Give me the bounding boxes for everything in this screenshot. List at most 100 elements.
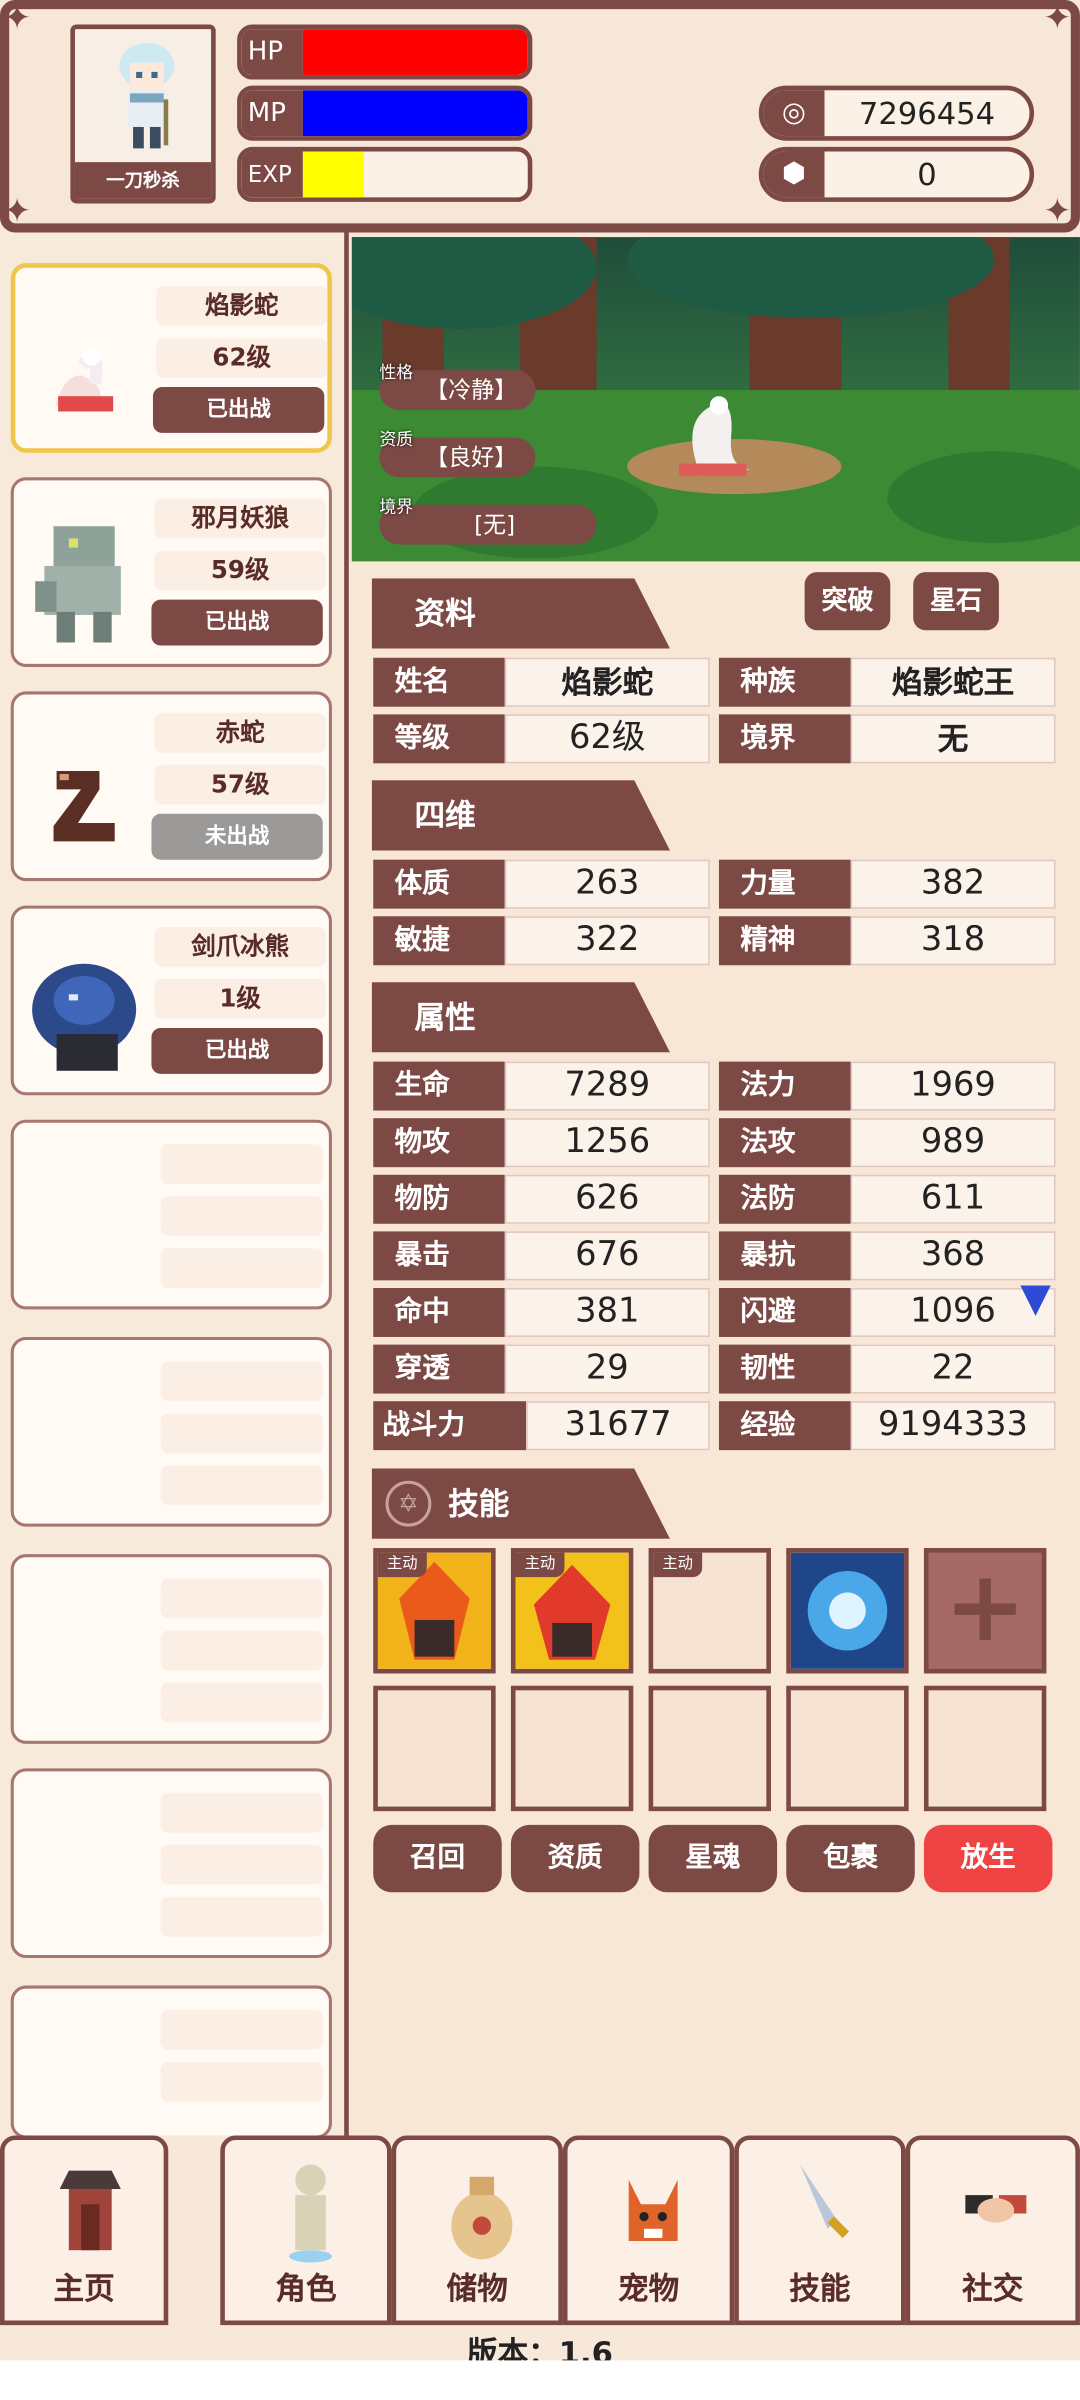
pet-name: 剑爪冰熊	[154, 926, 326, 967]
tab-pet-label: 宠物	[617, 2270, 680, 2307]
stat-value: 焰影蛇王	[850, 657, 1056, 707]
tab-role[interactable]: 角色	[220, 2135, 392, 2326]
realm-key: 境界	[379, 497, 414, 518]
corner-star-icon: ✦	[3, 0, 32, 39]
sword-icon	[800, 2164, 850, 2239]
bag-button[interactable]: 包裹	[786, 1824, 915, 1893]
stat-label: 敏捷	[373, 916, 505, 966]
pet-status-button[interactable]: 已出战	[151, 1027, 323, 1074]
stat-value: 626	[504, 1174, 710, 1224]
coin-counter[interactable]: ◎ 7296454	[758, 85, 1035, 141]
tab-home-label: 主页	[53, 2270, 115, 2307]
stat-label: 闪避	[718, 1288, 851, 1337]
skill-active-tag: 主动	[653, 1552, 703, 1578]
pet-card[interactable]: 剑爪冰熊 1级 已出战	[10, 905, 332, 1096]
tab-role-label: 角色	[275, 2270, 337, 2307]
empty-pet-slot[interactable]	[10, 1336, 332, 1527]
stat-label: 韧性	[718, 1344, 851, 1394]
gem-value: 0	[917, 156, 937, 193]
floating-v-icon[interactable]: ▼	[1013, 1276, 1059, 1322]
pet-card[interactable]: 赤蛇 57级 未出战	[10, 691, 332, 882]
hp-label: HP	[241, 29, 303, 75]
stat-value: 1256	[504, 1118, 710, 1168]
player-name: 一刀秒杀	[74, 162, 212, 199]
aptitude-key: 资质	[379, 429, 414, 450]
pet-list-sidebar: 焰影蛇 62级 已出战 邪月妖狼 59级 已出战 赤蛇 57级 未出战 剑爪冰熊…	[0, 232, 349, 2142]
skill-slot[interactable]: 主动	[373, 1548, 496, 1674]
tab-social[interactable]: 社交	[905, 2135, 1080, 2326]
empty-pet-slot[interactable]	[10, 1554, 332, 1744]
pet-portrait	[32, 963, 137, 1071]
empty-pet-slot[interactable]	[10, 1985, 332, 2139]
skill-slot[interactable]	[923, 1685, 1047, 1812]
aptitude-badge: 资质 【良好】	[379, 431, 536, 478]
recall-button[interactable]: 召回	[373, 1824, 502, 1893]
stat-label: 命中	[373, 1288, 505, 1337]
stat-label: 物防	[373, 1174, 505, 1224]
stat-label: 物攻	[373, 1118, 505, 1168]
temper-value: 【冷静】	[425, 376, 518, 404]
release-button[interactable]: 放生	[923, 1824, 1053, 1893]
player-sprite	[119, 42, 175, 149]
skill-slot[interactable]	[373, 1685, 496, 1812]
temper-badge: 性格 【冷静】	[379, 363, 536, 410]
skill-slot[interactable]	[510, 1685, 634, 1812]
aptitude-button[interactable]: 资质	[510, 1824, 640, 1893]
tab-skill[interactable]: 技能	[734, 2135, 906, 2326]
stat-value: 31677	[526, 1401, 710, 1451]
pet-card[interactable]: 邪月妖狼 59级 已出战	[10, 477, 332, 667]
stat-value: 381	[504, 1288, 710, 1337]
pet-status-button[interactable]: 未出战	[151, 813, 323, 860]
star-soul-button[interactable]: 星魂	[648, 1824, 778, 1893]
bag-icon	[451, 2176, 513, 2260]
stat-label: 姓名	[373, 657, 505, 707]
stat-value: 989	[850, 1118, 1056, 1168]
stat-value: 368	[850, 1231, 1056, 1281]
skill-slot[interactable]	[648, 1685, 771, 1812]
coin-icon: ◎	[763, 90, 825, 137]
add-skill-button[interactable]: +	[923, 1548, 1047, 1674]
temper-key: 性格	[379, 362, 414, 383]
pet-status-button[interactable]: 已出战	[151, 599, 323, 646]
pet-portrait	[35, 526, 121, 643]
tab-home[interactable]: 主页	[0, 2135, 169, 2326]
mp-fill	[302, 90, 528, 137]
skill-slot[interactable]: 主动	[510, 1548, 634, 1674]
skill-active-tag: 主动	[515, 1552, 565, 1578]
exp-fill	[302, 151, 364, 198]
skill-slot[interactable]	[786, 1548, 909, 1674]
skill-slot[interactable]: 主动	[648, 1548, 771, 1674]
stat-value: 7289	[504, 1061, 710, 1111]
gem-icon: ⬢	[763, 151, 825, 198]
pet-name: 焰影蛇	[156, 286, 328, 326]
empty-pet-slot[interactable]	[10, 1768, 332, 1959]
pet-level: 62级	[156, 338, 328, 378]
stat-value: 322	[504, 916, 710, 966]
tab-pet[interactable]: 宠物	[562, 2135, 735, 2326]
empty-pet-slot[interactable]	[10, 1119, 332, 1310]
tab-social-label: 社交	[962, 2270, 1024, 2307]
mp-bar: MP	[237, 85, 533, 141]
gem-counter[interactable]: ⬢ 0	[758, 146, 1035, 202]
version-label: 版本：1.6	[466, 2334, 613, 2361]
mp-label: MP	[241, 90, 303, 137]
pet-card[interactable]: 焰影蛇 62级 已出战	[10, 263, 332, 453]
stat-label: 暴抗	[718, 1231, 851, 1281]
stat-value: 62级	[504, 714, 710, 764]
starstone-button[interactable]: 星石	[913, 572, 999, 631]
stat-label: 法力	[718, 1061, 851, 1111]
tab-storage[interactable]: 储物	[391, 2135, 563, 2326]
pet-status-button[interactable]: 已出战	[152, 387, 325, 433]
stat-label: 法攻	[718, 1118, 851, 1168]
stat-value: 676	[504, 1231, 710, 1281]
stat-value: 611	[850, 1174, 1056, 1224]
stat-label: 种族	[718, 657, 851, 707]
breakthrough-button[interactable]: 突破	[804, 572, 891, 631]
player-avatar[interactable]: 一刀秒杀	[70, 24, 216, 204]
pet-level: 57级	[154, 764, 326, 805]
fox-icon	[628, 2179, 678, 2242]
stat-label: 精神	[718, 916, 851, 966]
stat-value: 1969	[850, 1061, 1056, 1111]
pet-portrait	[55, 347, 114, 412]
skill-slot[interactable]	[786, 1685, 909, 1812]
